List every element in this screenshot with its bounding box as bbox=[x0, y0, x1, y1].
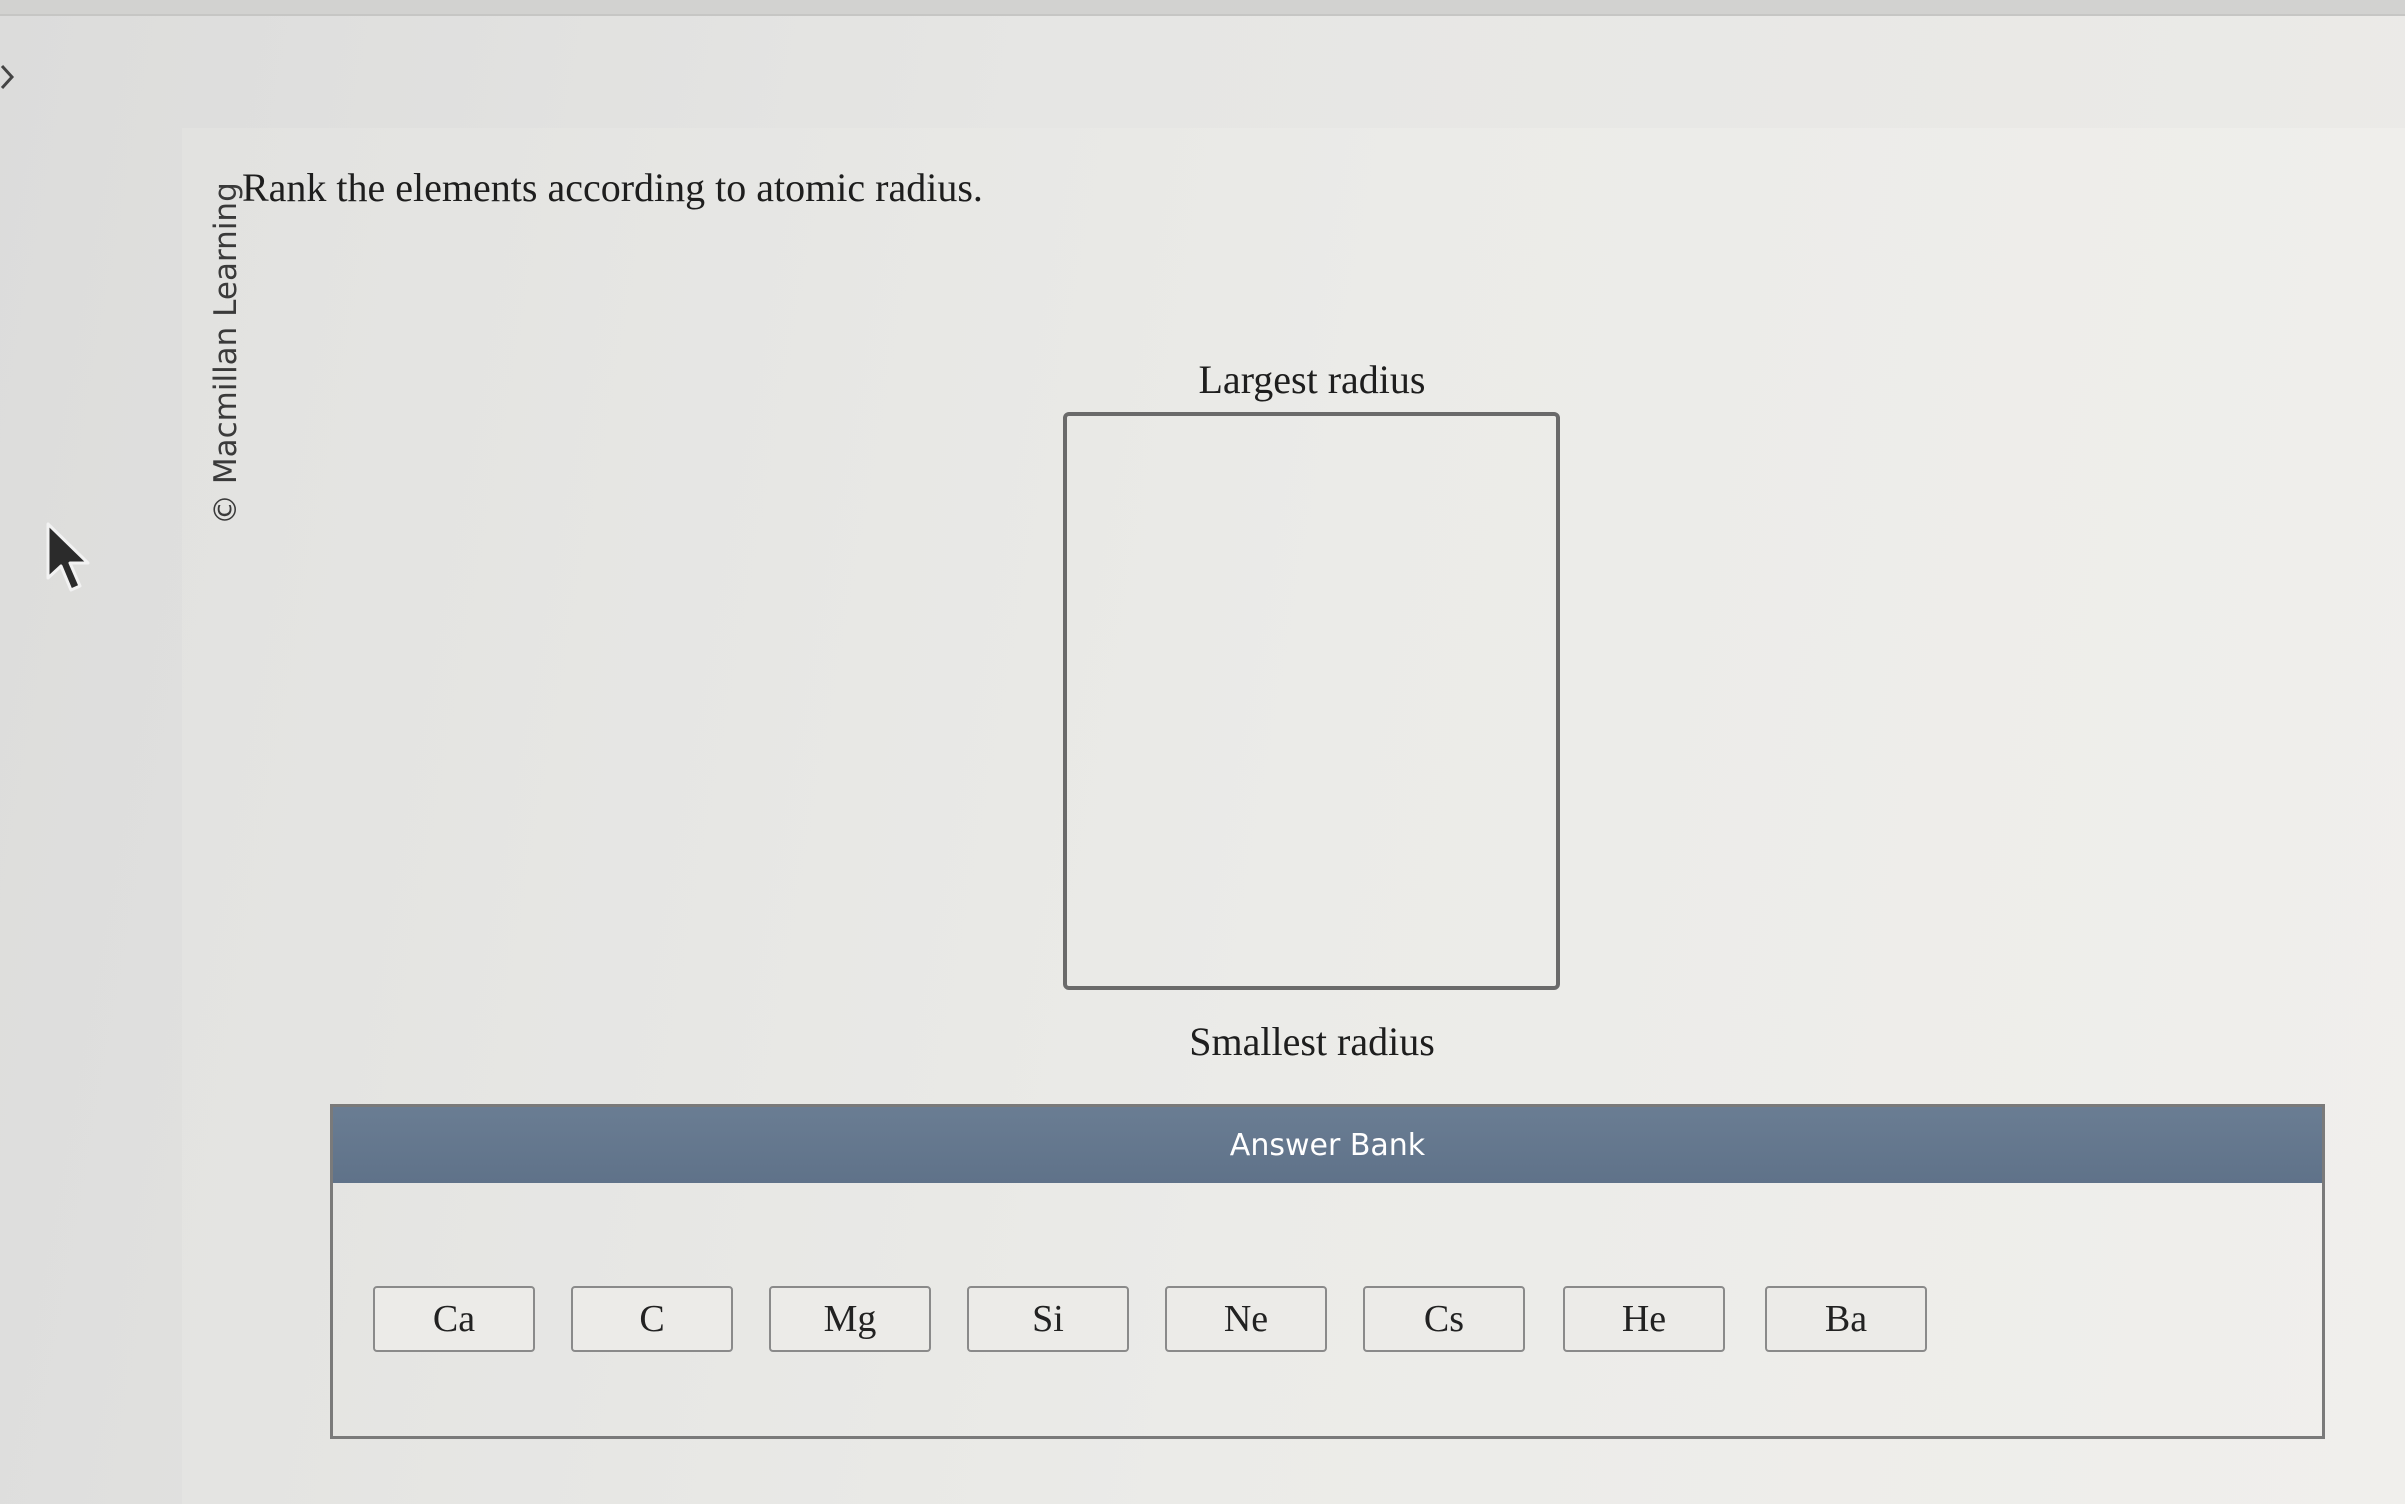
ranking-drop-zone[interactable] bbox=[1063, 412, 1560, 990]
answer-chip-mg[interactable]: Mg bbox=[769, 1286, 931, 1352]
answer-bank-header: Answer Bank bbox=[333, 1107, 2322, 1183]
answer-chip-si[interactable]: Si bbox=[967, 1286, 1129, 1352]
answer-bank: Answer Bank Ca C Mg Si Ne Cs He Ba bbox=[330, 1104, 2325, 1439]
answer-chip-he[interactable]: He bbox=[1563, 1286, 1725, 1352]
largest-radius-label: Largest radius bbox=[1198, 357, 1426, 402]
mouse-pointer-icon bbox=[46, 522, 90, 592]
chevron-right-icon[interactable] bbox=[0, 62, 16, 92]
copyright-credit: © Macmillan Learning bbox=[208, 182, 244, 525]
question-prompt: Rank the elements according to atomic ra… bbox=[242, 165, 983, 210]
answer-chip-ba[interactable]: Ba bbox=[1765, 1286, 1927, 1352]
answer-chip-ne[interactable]: Ne bbox=[1165, 1286, 1327, 1352]
smallest-radius-label: Smallest radius bbox=[1189, 1019, 1435, 1064]
answer-chip-cs[interactable]: Cs bbox=[1363, 1286, 1525, 1352]
answer-chip-c[interactable]: C bbox=[571, 1286, 733, 1352]
top-rule bbox=[0, 0, 2405, 16]
answer-chip-ca[interactable]: Ca bbox=[373, 1286, 535, 1352]
